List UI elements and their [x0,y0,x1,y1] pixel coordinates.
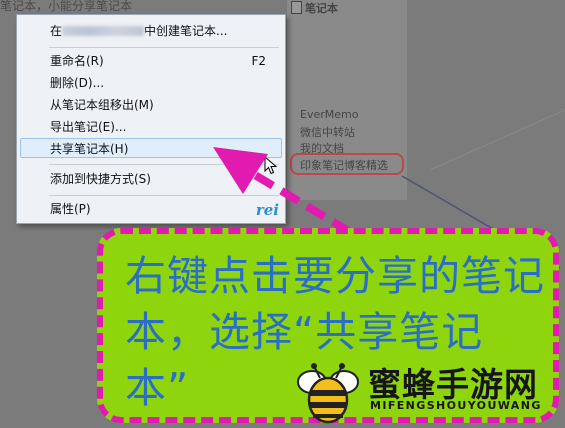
menu-item-export[interactable]: 导出笔记(E)... [20,117,282,137]
menu-item-create-notebook[interactable]: 在 中创建笔记本... [20,21,282,41]
menu-item-remove-label: 从笔记本组移出(M) [50,98,154,112]
menu-separator [49,164,279,165]
menu-item-delete-label: 删除(D)... [50,76,105,90]
menu-item-remove-from-stack[interactable]: 从笔记本组移出(M) [20,95,282,115]
menu-item-rename[interactable]: 重命名(R) F2 [20,51,282,71]
menu-item-delete[interactable]: 删除(D)... [20,73,282,93]
bee-logo-icon [297,363,359,424]
menu-separator [49,195,279,196]
menu-item-share-notebook[interactable]: 共享笔记本(H) [20,138,282,158]
mouse-cursor-icon [264,156,278,175]
menu-item-properties-label: 属性(P) [50,202,91,216]
watermark-domain: MIFENGSHOUYOUWANG [370,399,542,412]
menu-create-suffix: 中创建笔记本... [144,24,228,38]
menu-item-add-shortcut[interactable]: 添加到快捷方式(S) [20,169,282,189]
menu-item-add-shortcut-label: 添加到快捷方式(S) [50,172,151,186]
blurred-notebook-name [62,26,145,36]
menu-create-prefix: 在 [50,24,63,38]
menu-item-properties[interactable]: 属性(P) [20,199,282,219]
menu-separator [49,47,279,48]
menu-item-rename-label: 重命名(R) [50,54,104,68]
brand-logo: rei [255,201,279,219]
menu-item-share-label: 共享笔记本(H) [50,142,129,156]
context-menu: 在 中创建笔记本... 重命名(R) F2 删除(D)... 从笔记本组移出(M)… [16,14,286,224]
menu-item-rename-shortcut: F2 [251,54,266,68]
menu-item-export-label: 导出笔记(E)... [50,120,127,134]
